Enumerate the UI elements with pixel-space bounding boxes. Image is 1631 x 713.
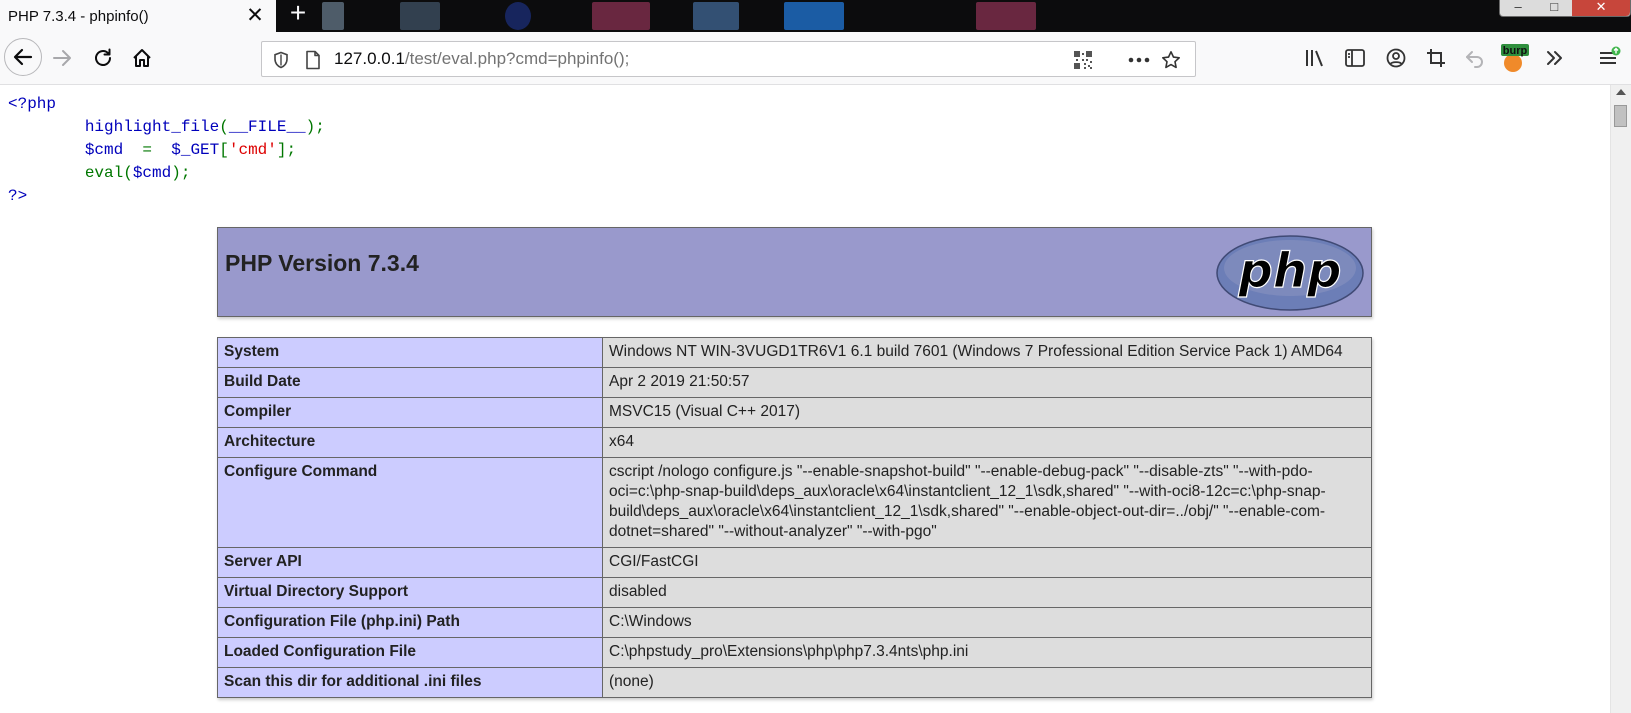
code-line-open-tag: <?php [8,95,57,113]
table-row: Loaded Configuration File C:\phpstudy_pro… [217,637,1372,668]
row-value: x64 [602,427,1372,458]
table-row: Configuration File (php.ini) Path C:\Wind… [217,607,1372,638]
table-row: Build Date Apr 2 2019 21:50:57 [217,367,1372,398]
row-value: MSVC15 (Visual C++ 2017) [602,397,1372,428]
tab-strip: PHP 7.3.4 - phpinfo() ✕ + – □ ✕ [0,0,1631,32]
forward-button[interactable] [46,42,78,74]
table-row: System Windows NT WIN-3VUGD1TR6V1 6.1 bui… [217,337,1372,368]
php-logo-text: php [1238,243,1342,299]
crop-icon[interactable] [1421,43,1451,73]
scroll-up-arrow-icon[interactable] [1616,89,1626,95]
row-label: Virtual Directory Support [217,577,603,608]
burp-extension-icon[interactable]: burp [1499,43,1529,73]
table-row: Architecture x64 [217,427,1372,458]
more-icon[interactable] [1128,49,1150,71]
burp-label: burp [1503,45,1528,57]
phpinfo-table: System Windows NT WIN-3VUGD1TR6V1 6.1 bui… [217,337,1372,698]
url-host: 127.0.0.1 [334,49,405,68]
star-icon[interactable] [1160,49,1182,71]
taskbar-thumbnail [322,2,344,30]
tab-title: PHP 7.3.4 - phpinfo() [8,7,149,25]
php-source-code: <?php highlight_file(__FILE__); $cmd = $… [8,95,325,205]
table-row: Compiler MSVC15 (Visual C++ 2017) [217,397,1372,428]
row-value: C:\Windows [602,607,1372,638]
maximize-icon[interactable]: □ [1536,0,1572,16]
scroll-thumb[interactable] [1614,105,1627,127]
row-label: Scan this dir for additional .ini files [217,667,603,698]
table-row: Server API CGI/FastCGI [217,547,1372,578]
code-function: highlight_file [84,118,220,136]
home-icon [133,49,151,67]
page-icon[interactable] [302,49,324,71]
page-scrollbar[interactable] [1610,85,1631,713]
row-label: Build Date [217,367,603,398]
reload-button[interactable] [87,42,119,74]
taskbar-thumbnail [505,2,531,30]
row-label: Configuration File (php.ini) Path [217,607,603,638]
back-arrow-icon [13,48,33,66]
code-line-close-tag: ?> [8,187,28,205]
row-value: C:\phpstudy_pro\Extensions\php\php7.3.4n… [602,637,1372,668]
window-controls: – □ ✕ [1499,0,1631,17]
code-operator: = [142,141,153,159]
row-label: Loaded Configuration File [217,637,603,668]
new-tab-button[interactable]: + [286,0,310,28]
shield-icon[interactable] [270,49,292,71]
url-bar[interactable]: 127.0.0.1/test/eval.php?cmd=phpinfo(); [261,41,1196,77]
php-version-title: PHP Version 7.3.4 [225,250,419,276]
row-value: (none) [602,667,1372,698]
table-row: Scan this dir for additional .ini files(… [217,667,1372,698]
row-value: disabled [602,577,1372,608]
row-value: Apr 2 2019 21:50:57 [602,367,1372,398]
table-row: Virtual Directory Support disabled [217,577,1372,608]
row-value: Windows NT WIN-3VUGD1TR6V1 6.1 build 760… [602,337,1372,368]
overflow-icon[interactable] [1540,43,1570,73]
taskbar-thumbnail [976,2,1036,30]
row-label: System [217,337,603,368]
url-path: /test/eval.php?cmd=phpinfo(); [404,49,630,68]
home-button[interactable] [126,42,158,74]
row-label: Server API [217,547,603,578]
close-tab-icon[interactable]: ✕ [244,5,266,27]
qr-code-icon[interactable] [1072,49,1094,71]
window-close-icon[interactable]: ✕ [1572,0,1630,16]
account-icon[interactable] [1381,43,1411,73]
taskbar-thumbnail [693,2,739,30]
minimize-icon[interactable]: – [1500,0,1536,16]
row-value: CGI/FastCGI [602,547,1372,578]
active-tab[interactable]: PHP 7.3.4 - phpinfo() ✕ [0,0,276,32]
sidebar-icon[interactable] [1340,43,1370,73]
taskbar-thumbnail [592,2,650,30]
library-icon[interactable] [1300,43,1330,73]
url-text[interactable]: 127.0.0.1/test/eval.php?cmd=phpinfo(); [334,49,629,69]
reload-icon [95,48,111,66]
row-value: cscript /nologo configure.js "--enable-s… [602,457,1372,548]
page-content: <?php highlight_file(__FILE__); $cmd = $… [0,85,1611,713]
row-label: Configure Command [217,457,603,548]
taskbar-thumbnail [784,2,844,30]
table-row: Configure Command cscript /nologo configu… [217,457,1372,548]
forward-arrow-icon [53,50,71,66]
code-superglobal: $_GET [171,141,220,159]
code-string: 'cmd' [228,141,277,159]
row-label: Architecture [217,427,603,458]
undo-icon[interactable] [1460,43,1490,73]
taskbar-thumbnail [400,2,440,30]
php-logo[interactable]: php [1215,234,1365,312]
menu-icon[interactable] [1594,43,1624,73]
back-button[interactable] [4,38,42,76]
phpinfo-header: PHP Version 7.3.4 php [217,227,1372,317]
code-variable: $cmd [84,141,124,159]
code-eval: eval [84,164,124,182]
code-eval-arg: $cmd [132,164,172,182]
row-label: Compiler [217,397,603,428]
code-constant: __FILE__ [228,118,306,136]
